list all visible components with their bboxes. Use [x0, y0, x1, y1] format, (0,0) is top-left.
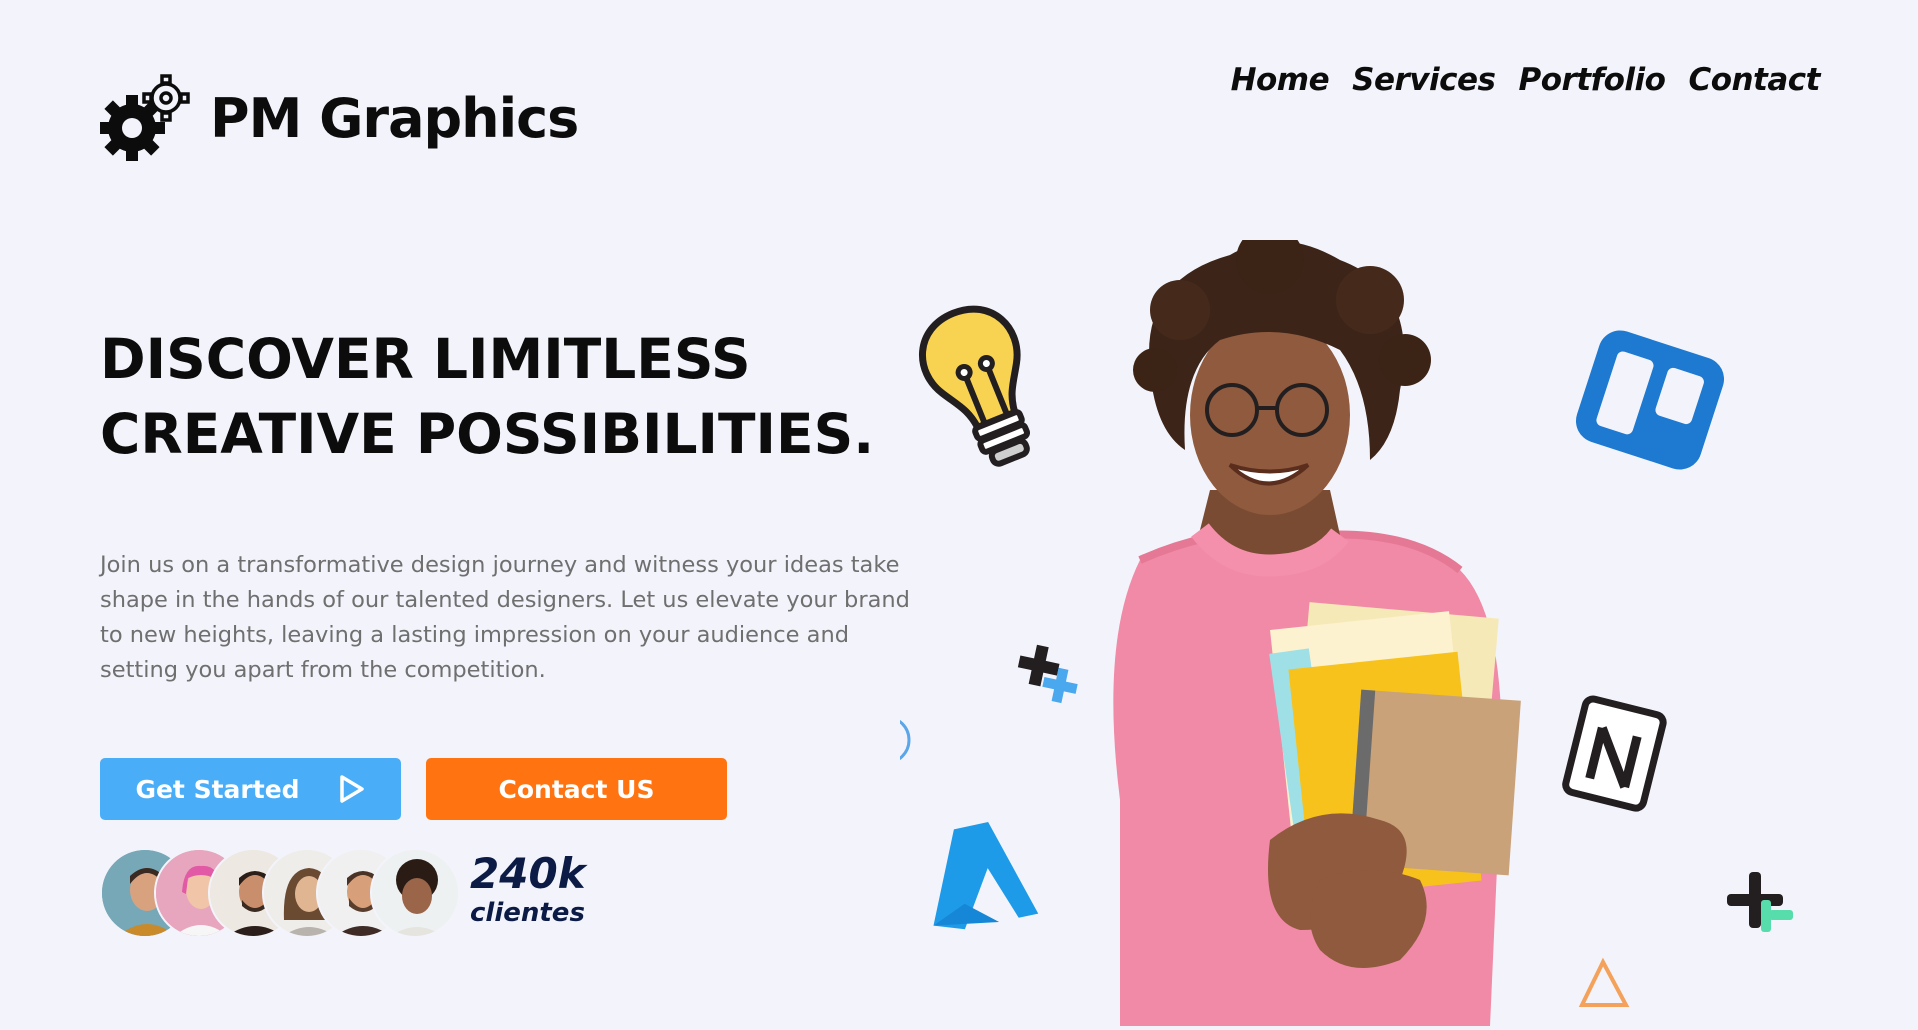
nav-portfolio[interactable]: Portfolio: [1518, 62, 1665, 98]
get-started-button[interactable]: Get Started: [100, 758, 401, 820]
nav-home[interactable]: Home: [1231, 62, 1330, 98]
clients-count: 240k clientes: [470, 849, 586, 929]
hero-title-line-2: CREATIVE POSSIBILITIES.: [100, 402, 875, 466]
brand-name: PM Graphics: [210, 86, 579, 150]
azure-icon: [933, 822, 1039, 930]
get-started-label: Get Started: [135, 774, 300, 804]
lightbulb-icon: [918, 305, 1031, 467]
brand-logo[interactable]: PM Graphics: [99, 72, 579, 164]
play-icon: [336, 773, 366, 805]
clients-label: clientes: [470, 898, 585, 928]
hero-illustration: [861, 226, 1918, 1026]
circle-outline-icon: [861, 715, 911, 765]
site-header: PM Graphics Home Services Portfolio Cont…: [0, 0, 1918, 180]
nav-services[interactable]: Services: [1352, 62, 1496, 98]
plus-icon: [1727, 872, 1793, 932]
clients-number: 240k: [470, 849, 586, 898]
gears-icon: [99, 72, 192, 164]
hero-description: Join us on a transformative design journ…: [100, 552, 910, 683]
avatar: [370, 848, 460, 938]
trello-icon: [1575, 330, 1725, 470]
student-image: [1113, 226, 1521, 1026]
hero-title: DISCOVER LIMITLESS CREATIVE POSSIBILITIE…: [100, 322, 900, 472]
nav-contact[interactable]: Contact: [1688, 62, 1820, 98]
main-nav: Home Services Portfolio Contact: [1231, 62, 1821, 98]
client-avatars: [100, 848, 460, 940]
contact-us-button[interactable]: Contact US: [426, 758, 727, 820]
triangle-outline-icon: [1578, 957, 1630, 1007]
hero-title-line-1: DISCOVER LIMITLESS: [100, 327, 751, 391]
figma-plus-icon: [1017, 644, 1078, 704]
notion-icon: [1562, 695, 1667, 812]
